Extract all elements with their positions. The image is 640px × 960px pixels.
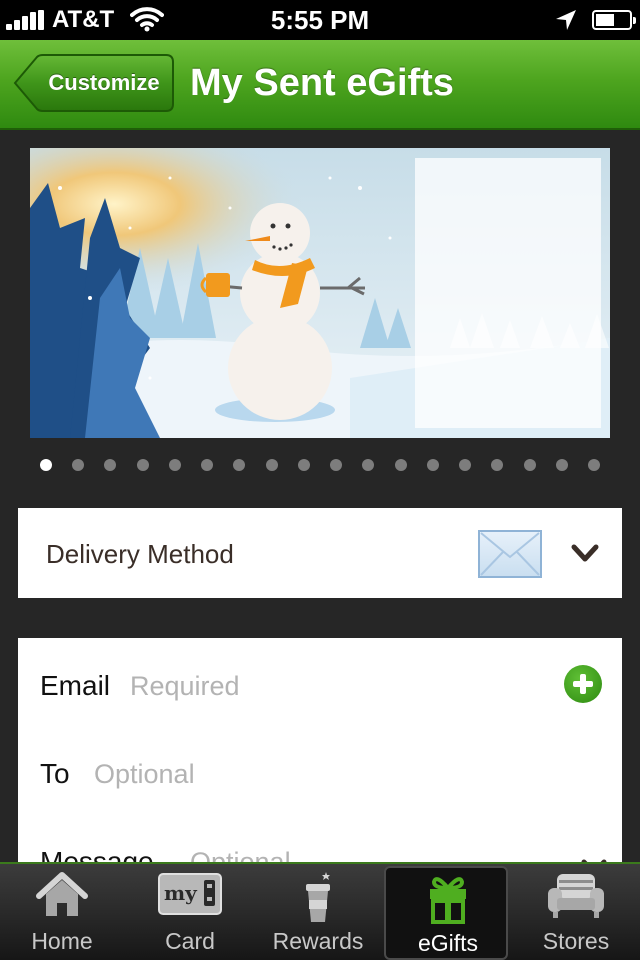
home-icon (36, 872, 88, 916)
tab-home-label: Home (31, 928, 93, 954)
page-dot[interactable] (555, 459, 568, 471)
snowman-card-illustration (30, 148, 610, 438)
location-arrow-icon (556, 10, 576, 30)
page-dot[interactable] (362, 459, 375, 471)
gift-icon (430, 877, 466, 924)
page-dot[interactable] (459, 459, 472, 471)
page-dot[interactable] (201, 459, 214, 471)
tab-bar: Home my Card Rewards eGifts Stores (0, 862, 640, 960)
delivery-method-row[interactable]: Delivery Method (18, 508, 622, 598)
page-dot[interactable] (136, 459, 149, 471)
tab-card-label: Card (165, 928, 215, 954)
customize-back-label: Customize (48, 70, 160, 95)
cup-icon (306, 872, 330, 922)
message-field[interactable]: Optional (190, 814, 291, 862)
page-dot[interactable] (330, 459, 343, 471)
egift-card-preview[interactable] (30, 148, 610, 438)
chevron-down-icon[interactable] (580, 854, 608, 862)
chevron-down-icon[interactable] (570, 538, 600, 568)
to-label: To (40, 758, 70, 789)
clock: 5:55 PM (270, 5, 370, 35)
page-dot[interactable] (491, 459, 504, 471)
envelope-icon (478, 530, 542, 578)
tab-rewards-label: Rewards (272, 928, 364, 954)
to-field[interactable]: Optional (94, 726, 195, 814)
battery-level (596, 14, 614, 26)
page-dot[interactable] (233, 459, 246, 471)
tab-rewards[interactable]: Rewards (256, 864, 380, 960)
add-contact-plus-icon[interactable] (564, 665, 602, 703)
tab-egifts[interactable]: eGifts (384, 866, 508, 960)
status-bar: AT&T 5:55 PM (0, 0, 640, 40)
battery-icon (592, 10, 636, 30)
page-dot[interactable] (426, 459, 439, 471)
page-dot[interactable] (168, 459, 181, 471)
tab-stores[interactable]: Stores (514, 864, 638, 960)
page-dot[interactable] (523, 459, 536, 471)
tab-card[interactable]: my Card (128, 864, 252, 960)
my-card-icon: my (158, 873, 222, 915)
page-indicator[interactable] (40, 459, 600, 473)
navigation-bar: Customize My Sent eGifts (0, 40, 640, 130)
page-dot[interactable] (265, 459, 278, 471)
customize-back-button[interactable]: Customize (12, 54, 174, 112)
page-dot[interactable] (587, 459, 600, 471)
tab-home[interactable]: Home (0, 864, 124, 960)
page-dot[interactable] (72, 459, 85, 471)
tab-egifts-label: eGifts (417, 930, 479, 956)
message-row[interactable]: Message Optional (18, 814, 622, 862)
delivery-method-label: Delivery Method (46, 539, 234, 569)
armchair-icon (548, 874, 604, 918)
email-row[interactable]: Email Required (18, 638, 622, 726)
page-dot[interactable] (104, 459, 117, 471)
tab-stores-label: Stores (542, 928, 610, 954)
page-dot[interactable] (297, 459, 310, 471)
page-title: My Sent eGifts (190, 62, 454, 104)
svg-text:my: my (164, 881, 198, 905)
email-label: Email (40, 670, 111, 701)
page-dot[interactable] (394, 459, 407, 471)
email-field[interactable]: Required (130, 638, 240, 726)
recipient-form: Email Required To Optional Message Optio… (18, 638, 622, 862)
page-dot[interactable] (40, 459, 52, 471)
to-row[interactable]: To Optional (18, 726, 622, 814)
message-label: Message (40, 846, 154, 862)
